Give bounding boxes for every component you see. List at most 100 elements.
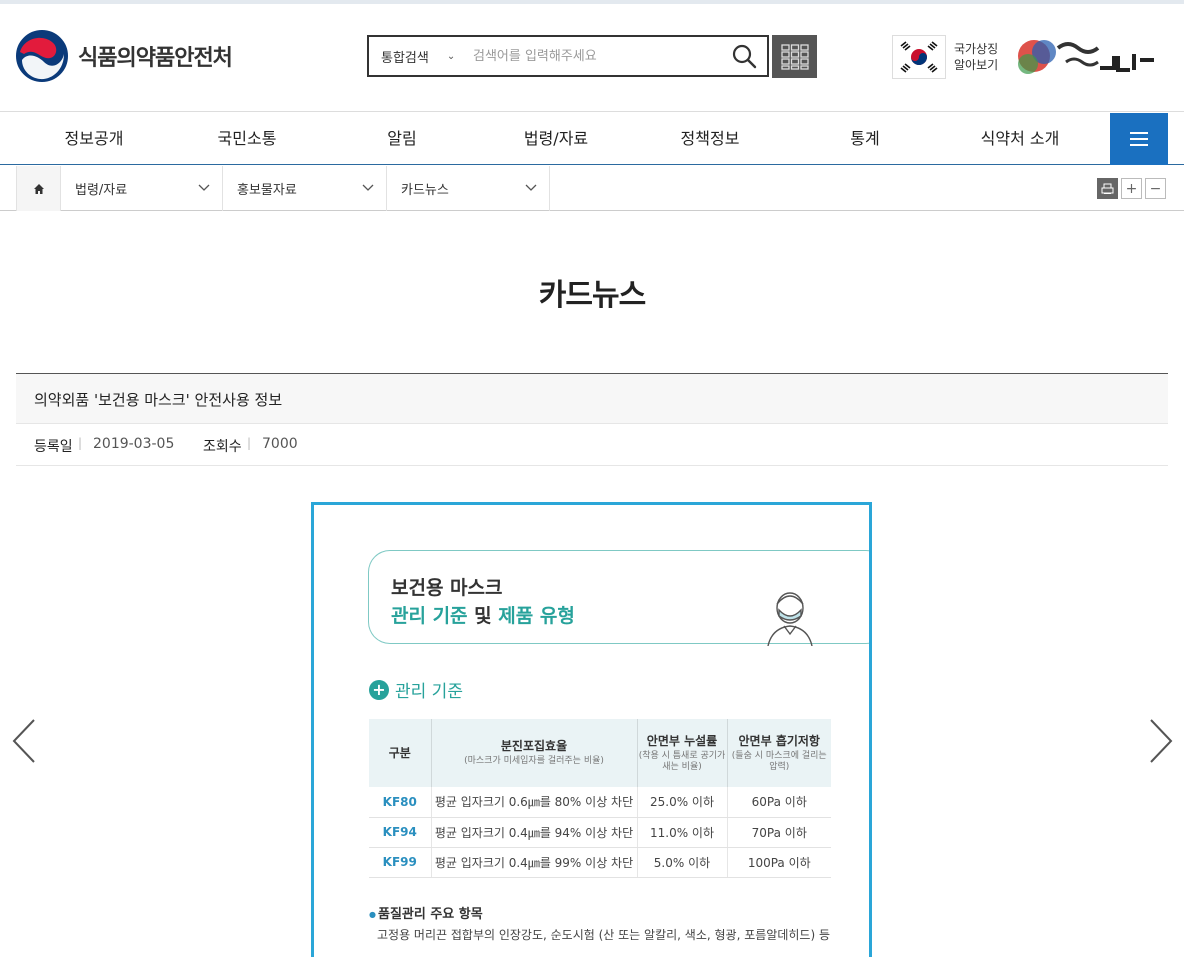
quality-control-text: 고정용 머리끈 접합부의 인장강도, 순도시험 (산 또는 알칼리, 색소, 형… <box>377 928 830 942</box>
carousel-next-button[interactable] <box>1145 718 1175 764</box>
leak-cell: 25.0% 이하 <box>637 787 728 818</box>
hamburger-icon <box>1130 138 1148 140</box>
chevron-down-icon <box>525 181 537 196</box>
search-input[interactable] <box>473 48 721 64</box>
grade-cell: KF80 <box>369 787 432 818</box>
post-title-row: 의약외품 '보건용 마스크' 안전사용 정보 <box>16 373 1168 424</box>
site-name: 식품의약품안전처 <box>78 46 233 71</box>
site-header: 식품의약품안전처 통합검색 ⌄ 검색어를 입력해주세요 국가상징 알아보기 <box>0 4 1184 112</box>
table-header: 안면부 흡기저항 (들숨 시 마스크에 걸리는 압력) <box>727 719 831 787</box>
nav-item-communication[interactable]: 국민소통 <box>197 113 297 165</box>
header-subtitle: (착용 시 틈새로 공기가 새는 비율) <box>638 750 726 772</box>
card-headline-box: 보건용 마스크 관리 기준 및 제품 유형 <box>368 550 869 646</box>
breadcrumb-label: 카드뉴스 <box>401 183 449 198</box>
breadcrumb-label: 홍보물자료 <box>237 183 297 198</box>
table-header: 안면부 누설률 (착용 시 틈새로 공기가 새는 비율) <box>637 719 728 787</box>
leak-cell: 11.0% 이하 <box>637 817 728 848</box>
table-header: 분진포집효율 (마스크가 미세입자를 걸러주는 비율) <box>431 719 638 787</box>
page-title: 카드뉴스 <box>538 278 646 313</box>
government-emblem-icon <box>16 30 68 82</box>
date-label: 등록일 <box>34 439 73 455</box>
breadcrumb-item-promo[interactable]: 홍보물자료 <box>223 166 387 211</box>
nav-item-notice[interactable]: 알림 <box>352 113 452 165</box>
minus-icon: − <box>1149 180 1162 197</box>
efficiency-cell: 평균 입자크기 0.6㎛를 80% 이상 차단 <box>431 787 638 818</box>
breadcrumb-label: 법령/자료 <box>75 183 128 198</box>
resistance-cell: 70Pa 이하 <box>727 817 831 848</box>
header-title: 안면부 흡기저항 <box>738 733 820 748</box>
mask-standard-table: 구분 분진포집효율 (마스크가 미세입자를 걸러주는 비율) 안면부 누설률 (… <box>369 719 831 878</box>
nav-item-statistics[interactable]: 통계 <box>815 113 915 165</box>
table-header: 구분 <box>369 719 432 787</box>
search-scope-select[interactable]: 통합검색 ⌄ <box>369 47 473 66</box>
card-headline-part: 및 <box>467 605 499 627</box>
search-button[interactable] <box>721 37 767 75</box>
section-heading: + 관리 기준 <box>369 677 463 702</box>
page-tools: + − <box>1097 178 1166 199</box>
all-services-button[interactable] <box>772 35 817 78</box>
print-icon <box>1101 183 1114 194</box>
leak-cell: 5.0% 이하 <box>637 847 728 878</box>
table-row: KF94 평균 입자크기 0.4㎛를 94% 이상 차단 11.0% 이하 70… <box>369 817 831 848</box>
nav-item-policy[interactable]: 정책정보 <box>660 113 760 165</box>
views-label: 조회수 <box>203 439 242 455</box>
plus-icon: + <box>1125 180 1138 197</box>
table-row: KF99 평균 입자크기 0.4㎛를 99% 이상 차단 5.0% 이하 100… <box>369 847 831 878</box>
header-title: 분진포집효율 <box>500 739 568 753</box>
header-title: 구분 <box>388 745 411 760</box>
quality-control-title: 품질관리 주요 항목 <box>369 903 483 922</box>
efficiency-cell: 평균 입자크기 0.4㎛를 99% 이상 차단 <box>431 847 638 878</box>
header-subtitle: (마스크가 미세입자를 걸러주는 비율) <box>464 756 604 766</box>
card-headline-part: 제품 유형 <box>498 605 575 627</box>
breadcrumb-item-laws[interactable]: 법령/자료 <box>61 166 223 211</box>
resistance-cell: 60Pa 이하 <box>727 787 831 818</box>
meta-divider: | <box>78 436 83 450</box>
national-symbol-text: 국가상징 알아보기 <box>954 41 998 73</box>
search-scope-label: 통합검색 <box>381 50 429 66</box>
carousel-prev-button[interactable] <box>10 718 40 764</box>
zoom-out-button[interactable]: − <box>1145 178 1166 199</box>
home-icon <box>33 183 44 194</box>
grade-cell: KF94 <box>369 817 432 848</box>
plus-circle-icon: + <box>369 679 389 700</box>
government-slogan-logo <box>1018 40 1154 74</box>
national-symbol-line2: 알아보기 <box>954 58 999 72</box>
card-headline-line1: 보건용 마스크 <box>391 577 503 599</box>
header-title: 안면부 누설률 <box>646 733 718 748</box>
efficiency-cell: 평균 입자크기 0.4㎛를 94% 이상 차단 <box>431 817 638 848</box>
post-views: 7000 <box>262 436 298 452</box>
card-news-slide: 보건용 마스크 관리 기준 및 제품 유형 + 관리 기준 구분 분진포집효율 … <box>311 502 872 957</box>
national-symbol-line1: 국가상징 <box>954 42 999 56</box>
chevron-down-icon <box>362 181 374 196</box>
card-headline-line2: 관리 기준 및 제품 유형 <box>391 601 575 628</box>
header-subtitle: (들숨 시 마스크에 걸리는 압력) <box>731 750 827 772</box>
post-title: 의약외품 '보건용 마스크' 안전사용 정보 <box>34 391 283 409</box>
zoom-in-button[interactable]: + <box>1121 178 1142 199</box>
table-row: KF80 평균 입자크기 0.6㎛를 80% 이상 차단 25.0% 이하 60… <box>369 787 831 818</box>
site-logo[interactable]: 식품의약품안전처 <box>16 30 233 82</box>
meta-divider: | <box>247 436 252 450</box>
post-meta: 등록일 | 2019-03-05 조회수 | 7000 <box>16 424 1168 466</box>
grid-icon <box>780 43 809 70</box>
main-navigation: 정보공개 국민소통 알림 법령/자료 정책정보 통계 식약처 소개 <box>0 113 1184 165</box>
nav-item-info-disclosure[interactable]: 정보공개 <box>44 113 144 165</box>
nav-item-laws[interactable]: 법령/자료 <box>506 113 606 165</box>
chevron-down-icon: ⌄ <box>446 50 456 62</box>
card-headline-part: 관리 기준 <box>391 605 468 627</box>
resistance-cell: 100Pa 이하 <box>727 847 831 878</box>
grade-cell: KF99 <box>369 847 432 878</box>
breadcrumb-item-cardnews[interactable]: 카드뉴스 <box>387 166 550 211</box>
post-date: 2019-03-05 <box>93 436 175 452</box>
home-button[interactable] <box>16 166 61 211</box>
search-bar: 통합검색 ⌄ <box>367 35 769 77</box>
search-icon <box>732 44 757 69</box>
chevron-down-icon <box>198 181 210 196</box>
nav-item-about[interactable]: 식약처 소개 <box>960 113 1080 165</box>
taegukgi-icon <box>892 35 946 79</box>
national-symbol-link[interactable]: 국가상징 알아보기 <box>892 35 998 79</box>
print-button[interactable] <box>1097 178 1118 199</box>
section-title: 관리 기준 <box>395 682 463 702</box>
masked-person-icon <box>767 592 813 646</box>
breadcrumb: 법령/자료 홍보물자료 카드뉴스 + − <box>0 166 1184 211</box>
all-menu-button[interactable] <box>1110 113 1168 165</box>
